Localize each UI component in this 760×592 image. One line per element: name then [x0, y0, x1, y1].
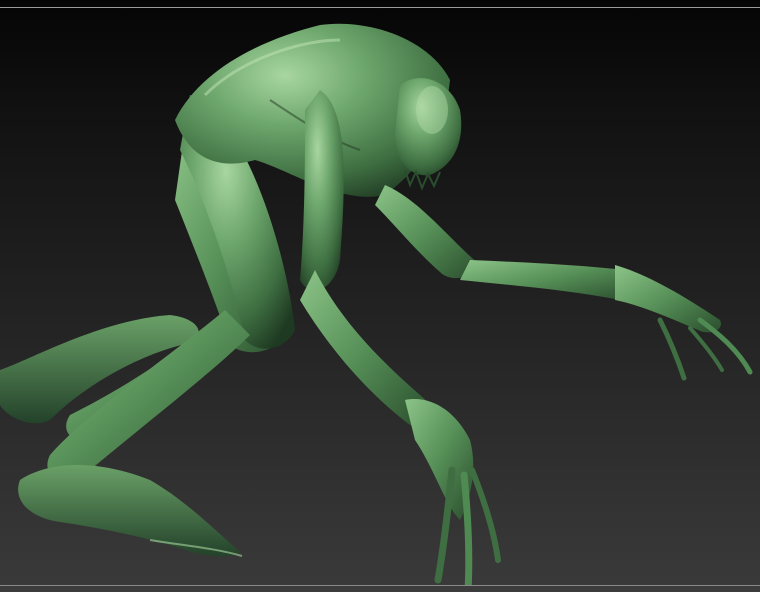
far-upper-arm [375, 185, 480, 279]
near-upper-arm [300, 90, 344, 291]
far-claw-3 [657, 317, 687, 381]
head-highlight [416, 86, 448, 134]
claw-3 [469, 467, 501, 563]
viewport-bottom-band [0, 586, 760, 592]
claw-2 [460, 471, 473, 592]
front-foot [18, 465, 240, 557]
creature-sculpt-model[interactable] [0, 0, 760, 592]
viewport-canvas[interactable] [0, 0, 760, 592]
far-forearm [460, 260, 635, 300]
